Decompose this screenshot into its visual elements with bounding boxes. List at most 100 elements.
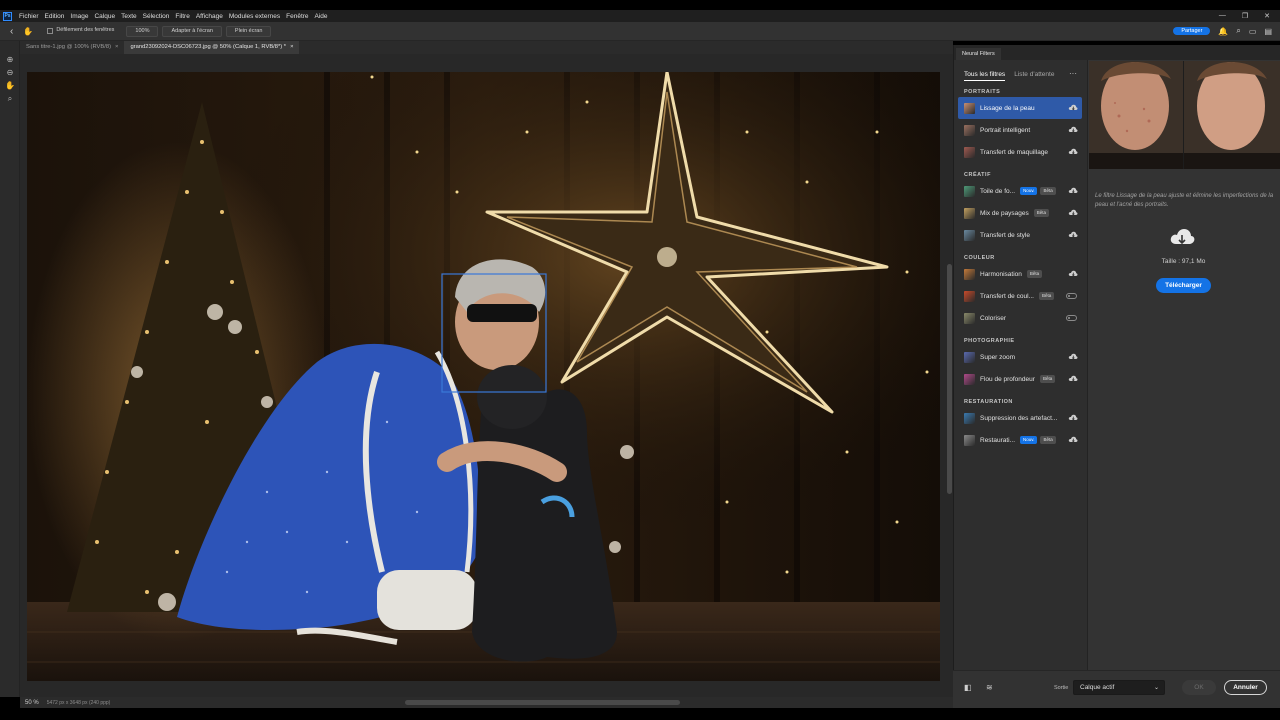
filter-toggle[interactable] xyxy=(1066,293,1077,299)
zoom-tool-icon[interactable]: ⌕ xyxy=(0,92,20,105)
vertical-scrollbar[interactable] xyxy=(946,54,953,697)
filter-thumbnail-icon xyxy=(964,268,975,280)
tab-close-icon[interactable]: × xyxy=(290,44,293,50)
notification-bell-icon[interactable]: 🔔 xyxy=(1218,27,1228,36)
filter-item[interactable]: Suppression des artefact... xyxy=(958,407,1082,429)
menu-view[interactable]: Affichage xyxy=(193,13,226,20)
download-button[interactable]: Télécharger xyxy=(1156,278,1211,293)
cloud-download-icon[interactable] xyxy=(1068,352,1078,361)
restore-icon[interactable]: ❐ xyxy=(1242,12,1248,20)
status-bar: 50 % 5472 px x 3648 px (240 ppp) xyxy=(20,697,953,708)
filter-item[interactable]: Lissage de la peau xyxy=(958,97,1082,119)
vertical-scroll-thumb[interactable] xyxy=(947,264,952,494)
filter-details: Le filtre Lissage de la peau ajuste et é… xyxy=(1088,60,1280,708)
filter-item[interactable]: Restaurati... Nouv. Bêta xyxy=(958,429,1082,451)
menu-type[interactable]: Texte xyxy=(118,13,140,20)
filter-item[interactable]: Coloriser xyxy=(958,307,1082,329)
cloud-download-icon[interactable] xyxy=(1068,269,1078,278)
filter-item[interactable]: Transfert de coul... Bêta xyxy=(958,285,1082,307)
filter-item[interactable]: Portrait intelligent xyxy=(958,119,1082,141)
neural-filters-panel-tab[interactable]: Neural Filters xyxy=(956,48,1001,60)
menu-edit[interactable]: Edition xyxy=(42,13,68,20)
menu-file[interactable]: Fichier xyxy=(16,13,42,20)
layers-preview-icon[interactable]: ≋ xyxy=(986,683,993,692)
cloud-download-icon[interactable] xyxy=(1068,435,1078,444)
scroll-all-checkbox[interactable] xyxy=(47,28,54,34)
filter-category-heading: RESTAURATION xyxy=(964,399,1013,405)
document-canvas[interactable] xyxy=(27,72,940,681)
canvas-area[interactable] xyxy=(20,54,953,697)
filter-item[interactable]: Toile de fo... Nouv. Bêta xyxy=(958,180,1082,202)
hand-tool-icon[interactable]: ✋ xyxy=(0,79,20,92)
menu-window[interactable]: Fenêtre xyxy=(283,13,311,20)
hand-tool-icon: ✋ xyxy=(23,26,34,36)
zoom-out-tool-icon[interactable]: ⊖ xyxy=(0,66,20,79)
cloud-download-icon[interactable] xyxy=(1068,230,1078,239)
fit-screen-button[interactable]: Adapter à l'écran xyxy=(162,25,222,37)
filter-item[interactable]: Super zoom xyxy=(958,346,1082,368)
photoshop-logo-icon: Ps xyxy=(3,11,12,21)
filter-category-heading: COULEUR xyxy=(964,255,995,261)
beta-badge: Bêta xyxy=(1039,375,1056,383)
filter-category-heading: PORTRAITS xyxy=(964,89,1001,95)
filter-item[interactable]: Transfert de maquillage xyxy=(958,141,1082,163)
window-controls: — ❐ ✕ xyxy=(1219,12,1280,20)
menu-layer[interactable]: Calque xyxy=(91,13,118,20)
options-bar: ‹ ✋ Défilement des fenêtres 100% Adapter… xyxy=(0,22,1280,41)
tab-document-2[interactable]: grand23092024-DSC06723.jpg @ 50% (Calque… xyxy=(124,41,300,54)
filter-item-label: Restaurati... xyxy=(980,436,1016,444)
filter-item[interactable]: Flou de profondeur Bêta xyxy=(958,368,1082,390)
filter-toggle[interactable] xyxy=(1066,315,1077,321)
tab-close-icon[interactable]: × xyxy=(115,44,118,50)
menu-image[interactable]: Image xyxy=(67,13,91,20)
filter-item-label: Portrait intelligent xyxy=(980,126,1031,134)
options-right: Partager 🔔 ⌕ ▭ ▤ xyxy=(1173,26,1280,36)
panel-footer: ◧ ≋ Sortie Calque actif ⌄ OK Annuler xyxy=(953,670,1280,708)
filter-item[interactable]: Mix de paysages Bêta xyxy=(958,202,1082,224)
output-select-value: Calque actif xyxy=(1080,684,1115,691)
tools-panel: ⊕ ⊖ ✋ ⌕ xyxy=(0,41,20,697)
cloud-download-icon[interactable] xyxy=(1068,374,1078,383)
fill-screen-button[interactable]: Plein écran xyxy=(225,25,272,37)
scroll-all-windows-label: Défilement des fenêtres xyxy=(56,26,115,33)
beta-badge: Bêta xyxy=(1040,187,1056,195)
tab-document-1[interactable]: Sans titre-1.jpg @ 100% (RVB/8) × xyxy=(20,41,124,54)
tab-all-filters[interactable]: Tous les filtres xyxy=(964,71,1006,81)
filter-categories: PORTRAITS Lissage de la peau Portrait inte… xyxy=(954,85,1087,451)
zoom-100-button[interactable]: 100% xyxy=(126,25,159,37)
output-select[interactable]: Calque actif ⌄ xyxy=(1073,680,1165,695)
workspace-icon[interactable]: ▭ xyxy=(1249,27,1257,36)
zoom-in-tool-icon[interactable]: ⊕ xyxy=(0,53,20,66)
horizontal-scroll-thumb[interactable] xyxy=(405,700,680,705)
search-icon[interactable]: ⌕ xyxy=(1236,26,1240,36)
share-button[interactable]: Partager xyxy=(1173,27,1211,35)
cloud-download-icon[interactable] xyxy=(1068,186,1078,195)
zoom-level[interactable]: 50 % xyxy=(20,700,47,706)
filter-thumbnail-icon xyxy=(964,146,975,158)
menu-filter[interactable]: Filtre xyxy=(172,13,192,20)
filter-item-label: Transfert de style xyxy=(980,231,1030,239)
menu-help[interactable]: Aide xyxy=(312,13,331,20)
cloud-download-icon[interactable] xyxy=(1068,125,1078,134)
cloud-download-icon[interactable] xyxy=(1068,147,1078,156)
back-arrow-icon[interactable]: ‹ xyxy=(10,26,13,37)
filter-item[interactable]: Harmonisation Bêta xyxy=(958,263,1082,285)
cancel-button[interactable]: Annuler xyxy=(1224,680,1267,695)
minimize-icon[interactable]: — xyxy=(1219,12,1226,20)
menu-select[interactable]: Sélection xyxy=(140,13,173,20)
filter-item[interactable]: Transfert de style xyxy=(958,224,1082,246)
panel-toggle-icon[interactable]: ▤ xyxy=(1264,27,1272,36)
tab-waitlist[interactable]: Liste d'attente xyxy=(1014,71,1054,78)
filter-item-label: Lissage de la peau xyxy=(980,104,1035,112)
close-icon[interactable]: ✕ xyxy=(1264,12,1270,20)
cloud-download-icon[interactable] xyxy=(1068,413,1078,422)
menu-plugins[interactable]: Modules externes xyxy=(226,13,283,20)
cloud-download-icon[interactable] xyxy=(1068,208,1078,217)
compare-view-icon[interactable]: ◧ xyxy=(964,683,972,692)
cloud-download-icon[interactable] xyxy=(1068,103,1078,112)
ok-button[interactable]: OK xyxy=(1182,680,1216,695)
filter-item-label: Flou de profondeur xyxy=(980,375,1035,383)
more-options-icon[interactable]: ··· xyxy=(1069,70,1077,78)
tab-document-1-label: Sans titre-1.jpg @ 100% (RVB/8) xyxy=(26,44,112,50)
filter-thumbnail-icon xyxy=(964,312,975,324)
